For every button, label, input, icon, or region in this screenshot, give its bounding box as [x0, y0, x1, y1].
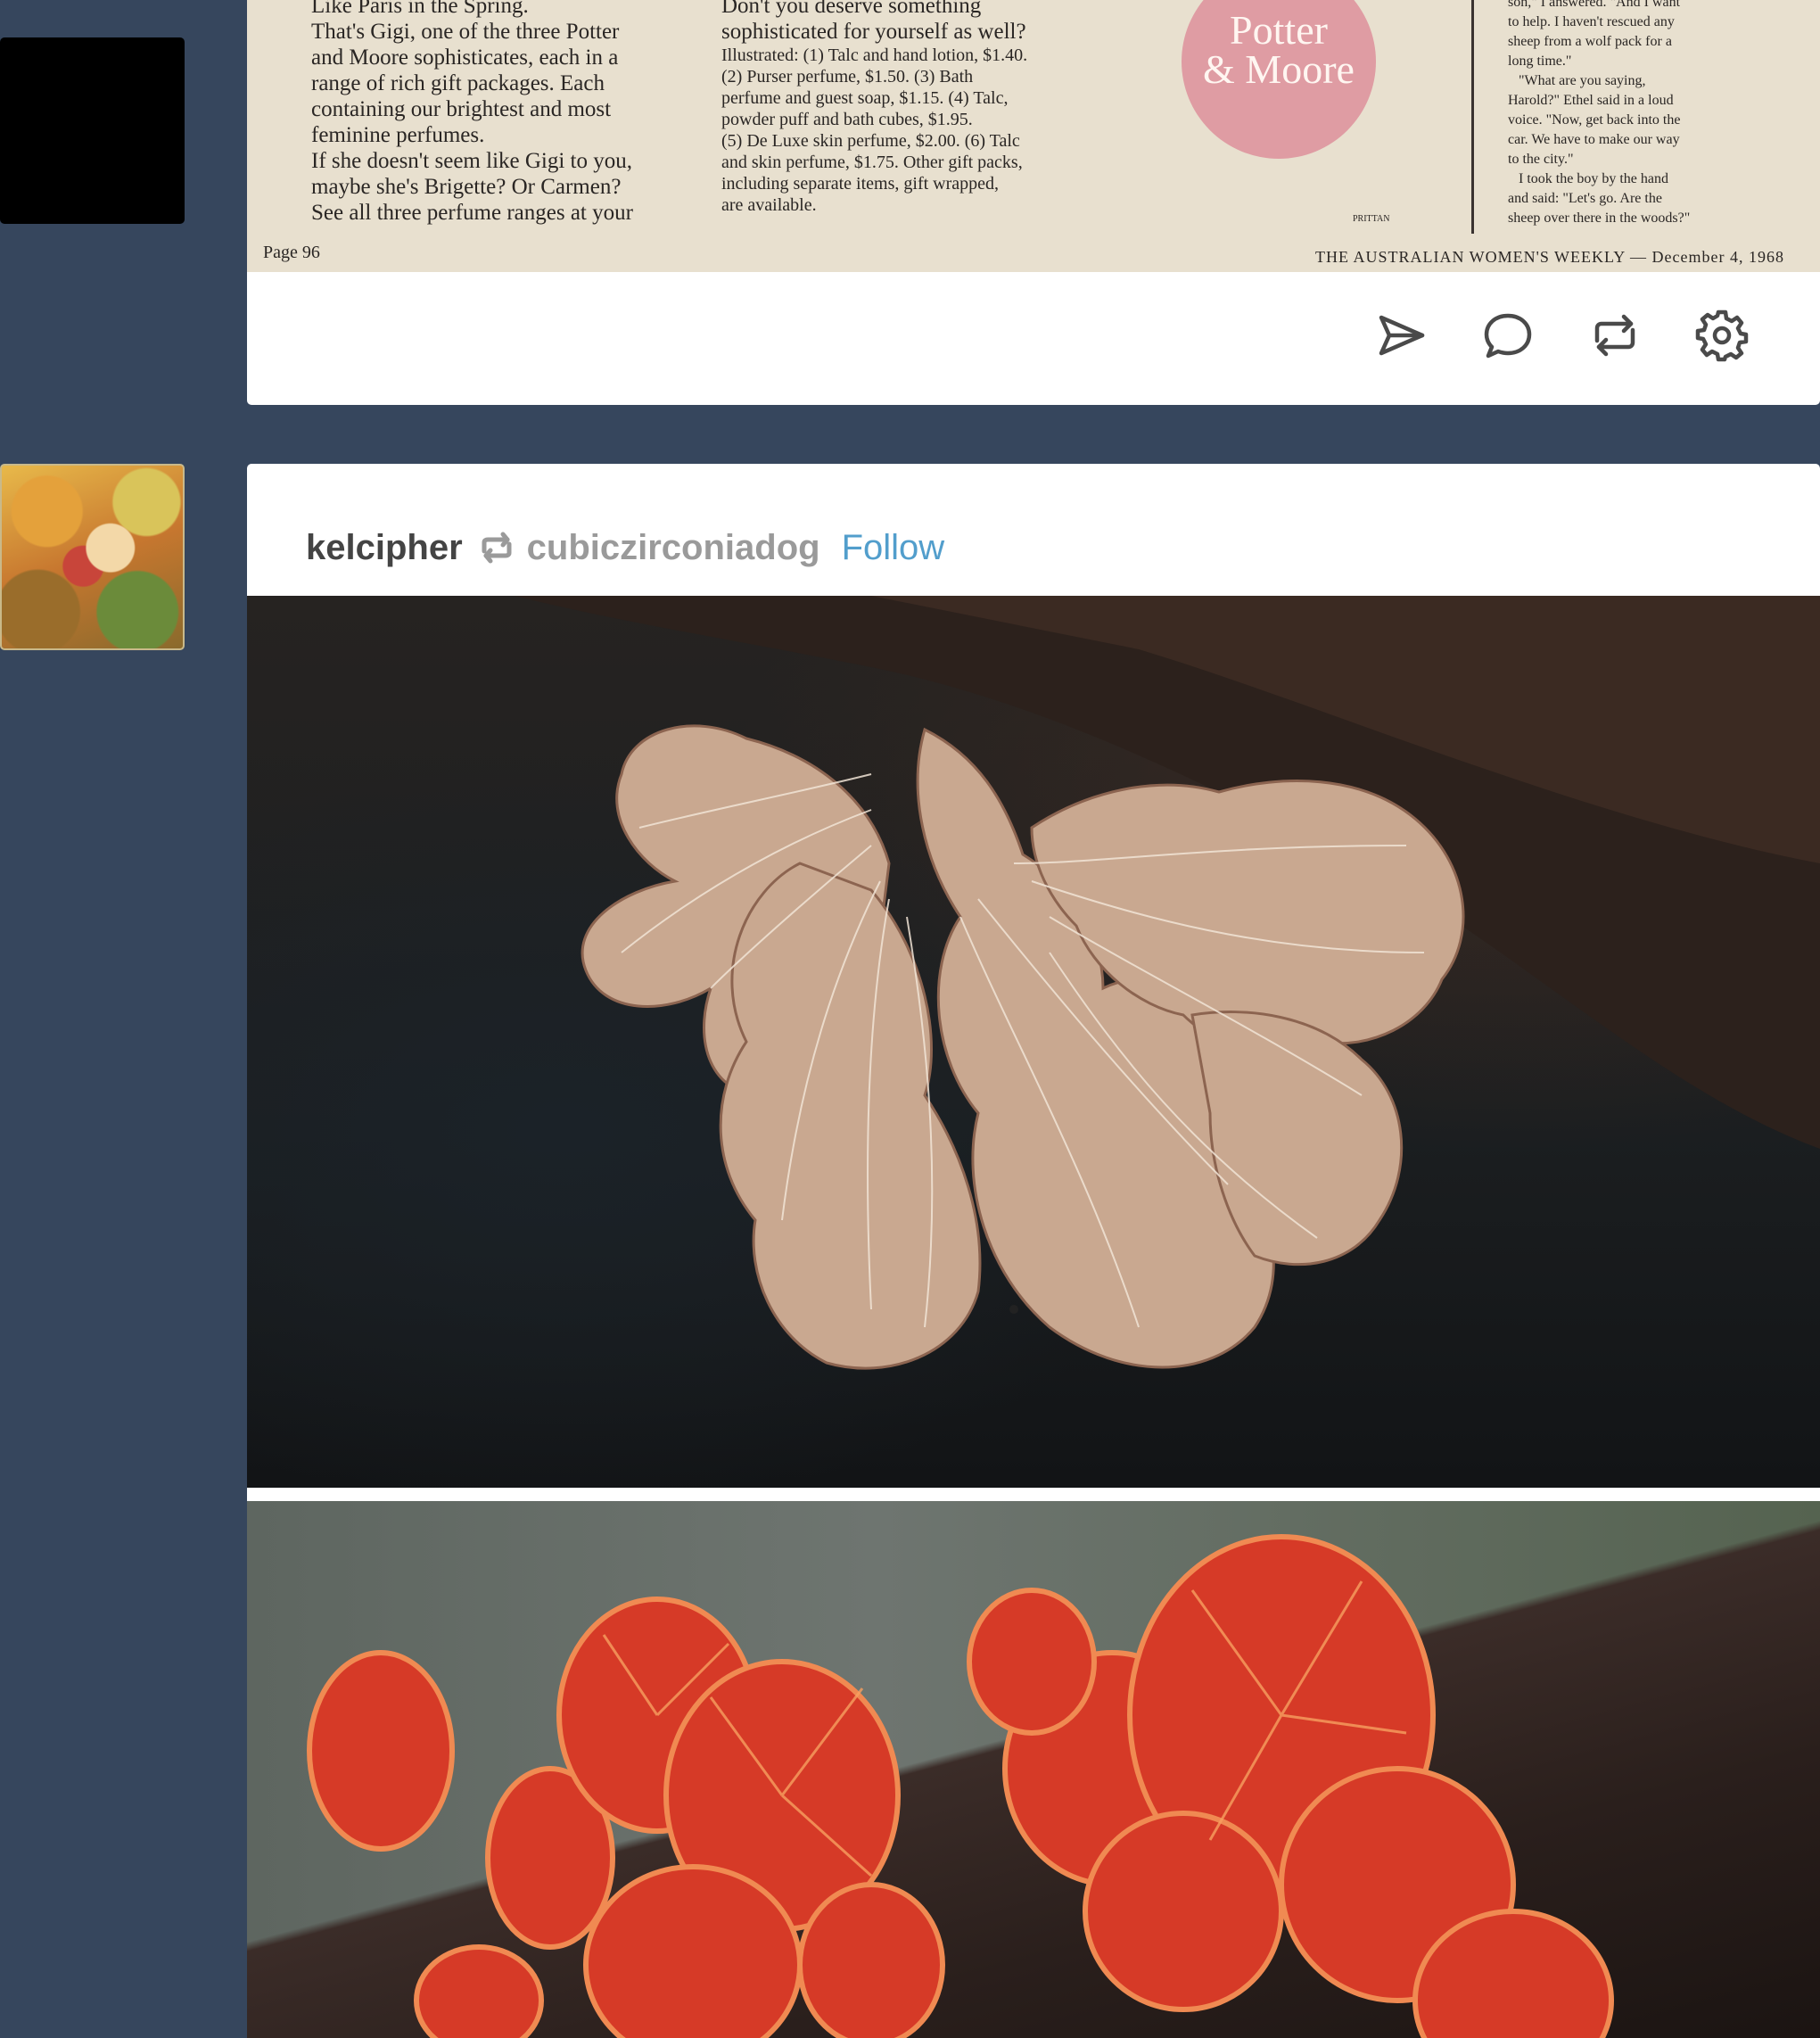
post-actions [1374, 309, 1749, 362]
potter-moore-logo: Potter & Moore [1182, 0, 1376, 159]
reblog-icon [1594, 314, 1635, 357]
newspaper-image: Like Paris in the Spring. That's Gigi, o… [247, 0, 1820, 272]
follow-button[interactable]: Follow [842, 528, 945, 568]
newspaper-column-2-lead: Don't you deserve something sophisticate… [721, 0, 1026, 44]
comment-icon [1484, 313, 1532, 359]
newspaper-credit: PRITTAN [1353, 214, 1390, 224]
post-card-fungi: kelcipher cubiczirconiadog Follow [247, 464, 1820, 2038]
post-header: kelcipher cubiczirconiadog Follow [306, 508, 944, 587]
photo-split-gill-fungus[interactable] [247, 596, 1820, 1488]
newspaper-page-number: Page 96 [263, 243, 320, 262]
newspaper-column-2: Don't you deserve something sophisticate… [721, 0, 1132, 216]
reblog-indicator-icon [479, 530, 515, 565]
avatar-previous-post[interactable] [0, 37, 185, 224]
avatar-kelcipher[interactable] [0, 464, 185, 650]
reply-button[interactable] [1481, 309, 1535, 362]
reblog-button[interactable] [1588, 309, 1642, 362]
newspaper-column-2-text: Illustrated: (1) Talc and hand lotion, $… [721, 45, 1028, 215]
reblog-source-link[interactable]: cubiczirconiadog [527, 528, 820, 568]
share-button[interactable] [1374, 309, 1428, 362]
newspaper-footer: THE AUSTRALIAN WOMEN'S WEEKLY — December… [1314, 248, 1784, 266]
fungus-illustration [515, 596, 1820, 1370]
newspaper-column-1: Like Paris in the Spring. That's Gigi, o… [311, 0, 633, 225]
logo-text: Potter & Moore [1203, 7, 1355, 92]
newspaper-column-3: son," I answered. "And I want to help. I… [1508, 0, 1691, 226]
gear-icon [1695, 309, 1749, 362]
red-fungi-illustration [307, 1534, 1614, 2038]
send-icon [1379, 315, 1425, 356]
photo-red-cup-fungi[interactable] [247, 1501, 1820, 2038]
author-link[interactable]: kelcipher [306, 528, 463, 568]
newspaper-column-rule [1471, 0, 1474, 234]
post-card-newspaper: Like Paris in the Spring. That's Gigi, o… [247, 0, 1820, 405]
settings-button[interactable] [1695, 309, 1749, 362]
